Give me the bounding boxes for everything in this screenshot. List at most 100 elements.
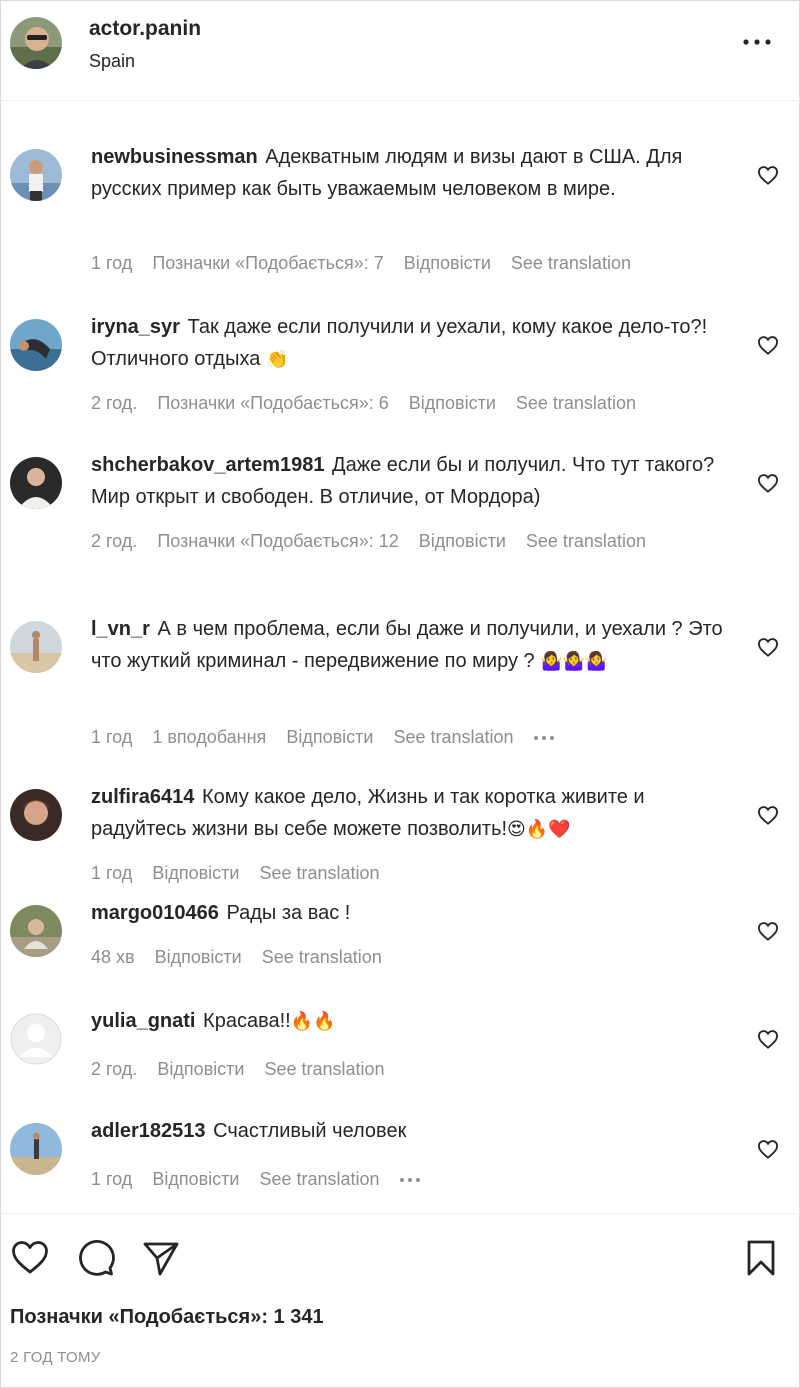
comment-time: 1 год — [91, 1169, 133, 1189]
comment-meta: 1 год Відповісти See translation — [91, 1169, 440, 1190]
comment-meta: 2 год. Позначки «Подобається»: 6 Відпові… — [91, 393, 656, 414]
comment-text: iryna_syr Так даже если получили и уехал… — [91, 311, 731, 376]
comment-meta: 2 год. Відповісти See translation — [91, 1059, 405, 1080]
like-comment-button[interactable] — [757, 473, 783, 497]
heart-outline-icon — [757, 1030, 779, 1049]
commenter-avatar[interactable] — [10, 1123, 62, 1175]
comment-username[interactable]: yulia_gnati — [91, 1010, 195, 1032]
comment-text: adler182513 Счастливый человек — [91, 1115, 731, 1147]
comment-body: Красава!! — [203, 1010, 291, 1032]
comment-time: 2 год. — [91, 393, 138, 413]
comment-time: 1 год — [91, 727, 133, 747]
see-translation-button[interactable]: See translation — [262, 947, 382, 968]
see-translation-button[interactable]: See translation — [264, 1059, 384, 1080]
share-icon — [143, 1242, 179, 1276]
reply-button[interactable]: Відповісти — [404, 253, 491, 274]
comment-text: margo010466 Рады за вас ! — [91, 897, 731, 929]
comment-text: yulia_gnati Красава!!🔥🔥 — [91, 1005, 731, 1038]
see-translation-button[interactable]: See translation — [259, 863, 379, 884]
reply-button[interactable]: Відповісти — [152, 1169, 239, 1190]
shrug-emoji: 🤷‍♀️🤷‍♀️🤷‍♀️ — [540, 651, 608, 672]
commenter-avatar[interactable] — [10, 1013, 62, 1065]
like-comment-button[interactable] — [757, 335, 783, 359]
see-translation-button[interactable]: See translation — [516, 393, 636, 414]
reply-button[interactable]: Відповісти — [286, 727, 373, 748]
comment-username[interactable]: shcherbakov_artem1981 — [91, 454, 324, 476]
comment-text: l_vn_r А в чем проблема, если бы даже и … — [91, 613, 731, 678]
comment-username[interactable]: zulfira6414 — [91, 786, 194, 808]
comment-username[interactable]: margo010466 — [91, 902, 219, 924]
clapping-emoji: 👏 — [265, 349, 289, 370]
heart-outline-icon — [757, 336, 779, 355]
comment-time: 2 год. — [91, 1059, 138, 1079]
commenter-avatar[interactable] — [10, 149, 62, 201]
heart-outline-icon — [757, 1140, 779, 1159]
comment-username[interactable]: newbusinessman — [91, 146, 258, 168]
post-actions: Позначки «Подобається»: 1 341 2 ГОД ТОМУ — [1, 1213, 800, 1388]
bookmark-icon — [747, 1240, 775, 1276]
comment-time: 2 год. — [91, 531, 138, 551]
reply-button[interactable]: Відповісти — [152, 863, 239, 884]
more-options-button[interactable] — [737, 29, 777, 53]
like-comment-button[interactable] — [757, 921, 783, 945]
comment-likes-count[interactable]: Позначки «Подобається»: 7 — [152, 253, 383, 274]
like-comment-button[interactable] — [757, 165, 783, 189]
like-comment-button[interactable] — [757, 1029, 783, 1053]
commenter-avatar[interactable] — [10, 319, 62, 371]
comment-body: А в чем проблема, если бы даже и получил… — [91, 618, 723, 672]
post-header: actor.panin Spain — [1, 1, 800, 101]
comment-body: Так даже если получили и уехали, кому ка… — [91, 316, 708, 370]
comment-more-icon[interactable] — [399, 1177, 420, 1182]
emoji-group: 😍🔥❤️ — [507, 819, 571, 840]
post-frame: actor.panin Spain newbusinessman Адекват… — [0, 0, 800, 1388]
post-timestamp: 2 ГОД ТОМУ — [10, 1349, 101, 1366]
comment-body: Рады за вас ! — [226, 902, 351, 924]
comment-body: Счастливый человек — [213, 1120, 407, 1142]
see-translation-button[interactable]: See translation — [259, 1169, 379, 1190]
comment-text: shcherbakov_artem1981 Даже если бы и пол… — [91, 449, 731, 513]
like-comment-button[interactable] — [757, 805, 783, 829]
comment-button[interactable] — [75, 1238, 115, 1278]
comment-likes-count[interactable]: 1 вподобання — [152, 727, 266, 748]
heart-outline-icon — [757, 166, 779, 185]
heart-outline-icon — [757, 806, 779, 825]
reply-button[interactable]: Відповісти — [157, 1059, 244, 1080]
heart-outline-icon — [757, 922, 779, 941]
like-comment-button[interactable] — [757, 1139, 783, 1163]
see-translation-button[interactable]: See translation — [526, 531, 646, 552]
commenter-avatar[interactable] — [10, 905, 62, 957]
comment-time: 48 хв — [91, 947, 135, 967]
comment-likes-count[interactable]: Позначки «Подобається»: 6 — [157, 393, 388, 414]
save-button[interactable] — [741, 1238, 781, 1278]
post-likes-count[interactable]: Позначки «Подобається»: 1 341 — [10, 1306, 324, 1329]
comments-list: newbusinessman Адекватным людям и визы д… — [1, 101, 800, 1213]
more-horizontal-icon — [743, 32, 771, 50]
comment-username[interactable]: adler182513 — [91, 1120, 206, 1142]
see-translation-button[interactable]: See translation — [511, 253, 631, 274]
author-username[interactable]: actor.panin — [89, 17, 201, 41]
like-comment-button[interactable] — [757, 637, 783, 661]
comment-more-icon[interactable] — [533, 735, 554, 740]
heart-outline-icon — [757, 638, 779, 657]
comment-time: 1 год — [91, 863, 133, 883]
comment-time: 1 год — [91, 253, 133, 273]
comment-username[interactable]: iryna_syr — [91, 316, 180, 338]
commenter-avatar[interactable] — [10, 457, 62, 509]
heart-icon — [12, 1241, 48, 1274]
reply-button[interactable]: Відповісти — [155, 947, 242, 968]
commenter-avatar[interactable] — [10, 789, 62, 841]
author-avatar[interactable] — [10, 17, 62, 69]
comment-text: zulfira6414 Кому какое дело, Жизнь и так… — [91, 781, 731, 846]
comment-meta: 1 год 1 вподобання Відповісти See transl… — [91, 727, 574, 748]
comment-text: newbusinessman Адекватным людям и визы д… — [91, 141, 731, 205]
comment-likes-count[interactable]: Позначки «Подобається»: 12 — [157, 531, 398, 552]
reply-button[interactable]: Відповісти — [409, 393, 496, 414]
commenter-avatar[interactable] — [10, 621, 62, 673]
like-post-button[interactable] — [10, 1238, 50, 1278]
comment-meta: 1 год Позначки «Подобається»: 7 Відповіс… — [91, 253, 651, 274]
post-location[interactable]: Spain — [89, 51, 135, 72]
comment-username[interactable]: l_vn_r — [91, 618, 150, 640]
reply-button[interactable]: Відповісти — [419, 531, 506, 552]
share-button[interactable] — [141, 1238, 181, 1278]
see-translation-button[interactable]: See translation — [393, 727, 513, 748]
